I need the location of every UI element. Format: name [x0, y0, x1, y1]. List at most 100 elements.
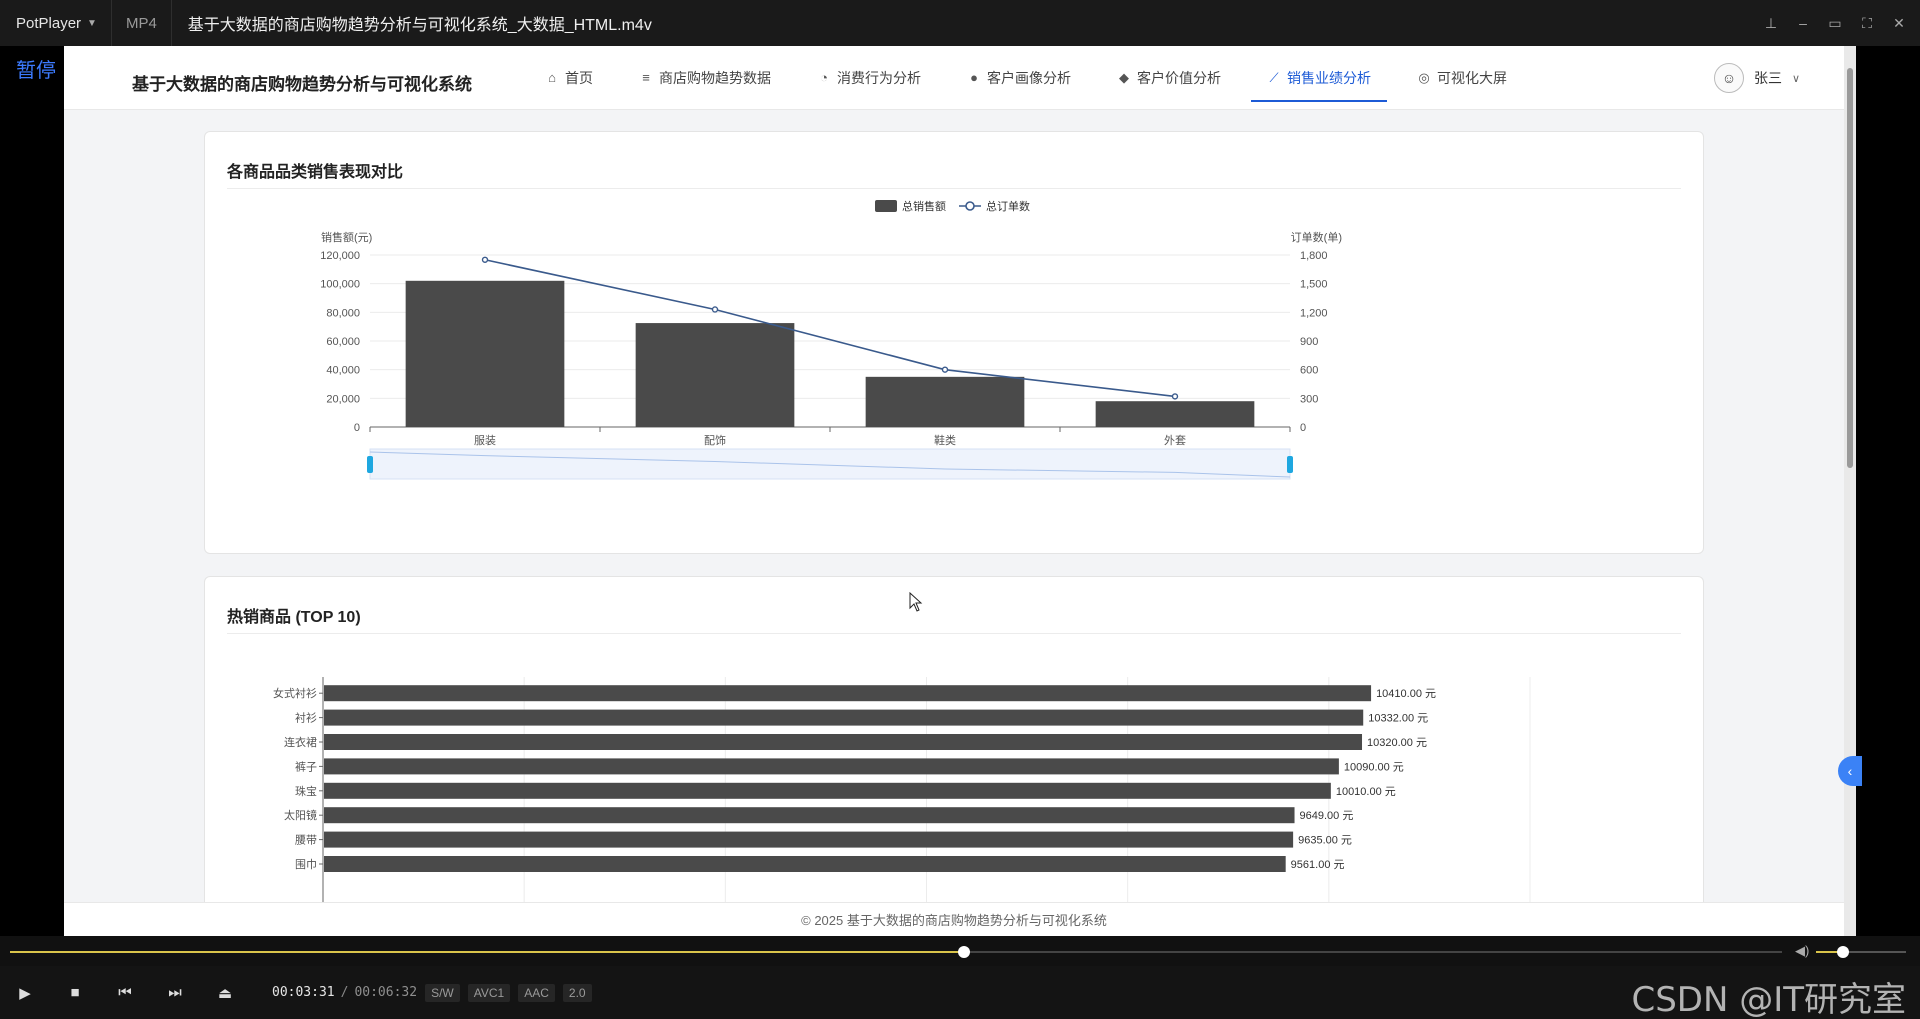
- y-tick-label: 60,000: [326, 336, 360, 348]
- current-time: 00:03:31: [272, 985, 335, 1000]
- product-label: 珠宝: [295, 784, 317, 798]
- y-tick-label: 120,000: [320, 250, 360, 262]
- y-tick-label: 40,000: [326, 365, 360, 377]
- watermark: CSDN @IT研究室: [1631, 980, 1906, 1019]
- volume-icon[interactable]: ◀): [1795, 943, 1809, 959]
- y-axis-title: 销售额(元): [321, 230, 372, 244]
- gem-icon: ◆: [1119, 70, 1129, 85]
- product-label: 连衣裙: [284, 735, 317, 749]
- fullscreen-icon[interactable]: ⛶: [1860, 15, 1874, 32]
- data-zoom-handle-left: [367, 456, 373, 473]
- avatar[interactable]: ☺: [1714, 63, 1744, 93]
- player-title-bar: PotPlayer ▼ MP4 基于大数据的商店购物趋势分析与可视化系统_大数据…: [0, 0, 1920, 46]
- eject-button[interactable]: ⏏: [200, 966, 250, 1019]
- product-bar-3: [324, 758, 1339, 775]
- next-button[interactable]: ⏭: [150, 966, 200, 1019]
- main-nav: ⌂ 首页 ≡ 商店购物趋势数据 ◔ 消费行为分析 ● 客户画像分析 ◆ 客户价值分析 ⟋ 销售业绩分析…: [529, 46, 1537, 110]
- seek-bar[interactable]: [10, 946, 1782, 958]
- product-label: 裤子: [295, 759, 317, 773]
- mouse-cursor-icon: [909, 592, 923, 612]
- file-format: MP4: [112, 0, 172, 46]
- top-products-chart: 女式衬衫 10410.00 元衬衫 10332.00 元连衣裙 10320.00 元裤…: [273, 677, 1531, 936]
- previous-button[interactable]: ⏮: [100, 966, 150, 1019]
- product-label: 太阳镜: [284, 808, 317, 822]
- bar-0: [405, 280, 565, 427]
- x-tick-label: 配饰: [704, 433, 726, 447]
- play-button[interactable]: ▶: [0, 966, 50, 1019]
- product-label: 衬衫: [295, 712, 317, 725]
- stop-button[interactable]: ■: [50, 966, 100, 1019]
- nav-item-1[interactable]: ≡ 商店购物趋势数据: [623, 46, 787, 110]
- legend-bar-swatch: [875, 200, 897, 212]
- product-label: 腰带: [295, 834, 317, 847]
- site-brand: 基于大数据的商店购物趋势分析与可视化系统: [132, 75, 472, 94]
- top-navbar: 基于大数据的商店购物趋势分析与可视化系统 ⌂ 首页 ≡ 商店购物趋势数据 ◔ 消费行为分析…: [64, 46, 1844, 110]
- database-icon: ≡: [642, 70, 650, 85]
- duration: 00:06:32: [354, 985, 418, 1000]
- nav-item-label: 客户价值分析: [1137, 70, 1221, 86]
- web-page: 基于大数据的商店购物趋势分析与可视化系统 ⌂ 首页 ≡ 商店购物趋势数据 ◔ 消费行为分析…: [64, 46, 1856, 936]
- collapse-panel-button[interactable]: ‹: [1838, 756, 1862, 786]
- data-zoom-slider: [369, 448, 1291, 480]
- nav-item-6[interactable]: ◎ 可视化大屏: [1401, 46, 1523, 110]
- product-value-label: 10332.00 元: [1368, 713, 1428, 725]
- product-bar-0: [324, 685, 1372, 702]
- scrollbar-thumb[interactable]: [1847, 68, 1853, 468]
- seek-bar-area: ◀): [0, 936, 1920, 966]
- nav-item-3[interactable]: ● 客户画像分析: [951, 46, 1087, 110]
- close-icon[interactable]: ✕: [1892, 15, 1906, 32]
- x-tick-label: 鞋类: [934, 433, 956, 447]
- volume-slider[interactable]: [1816, 946, 1906, 958]
- y2-tick-label: 600: [1300, 365, 1318, 377]
- badge-audio-codec[interactable]: AAC: [518, 983, 555, 1002]
- product-value-label: 9635.00 元: [1298, 835, 1352, 847]
- play-icon: ▶: [19, 984, 31, 1002]
- seek-handle[interactable]: [957, 946, 970, 958]
- product-bar-7: [324, 856, 1286, 872]
- page-scrollbar[interactable]: [1844, 46, 1856, 936]
- user-name: 张三: [1754, 70, 1782, 86]
- maximize-icon[interactable]: ▭: [1828, 15, 1842, 32]
- nav-item-label: 客户画像分析: [987, 70, 1071, 86]
- page-footer: © 2025 基于大数据的商店购物趋势分析与可视化系统: [64, 902, 1844, 936]
- product-value-label: 9561.00 元: [1291, 859, 1345, 871]
- x-tick-label: 服装: [474, 434, 496, 447]
- player-menu-button[interactable]: PotPlayer ▼: [0, 0, 112, 46]
- pause-status: 暂停: [16, 58, 56, 82]
- product-value-label: 9649.00 元: [1300, 810, 1354, 822]
- nav-item-2[interactable]: ◔ 消费行为分析: [801, 46, 937, 110]
- y2-tick-label: 900: [1300, 336, 1318, 348]
- badge-video-codec[interactable]: AVC1: [467, 983, 511, 1002]
- nav-item-4[interactable]: ◆ 客户价值分析: [1101, 46, 1237, 110]
- nav-item-0[interactable]: ⌂ 首页: [529, 46, 609, 110]
- category-sales-chart: 0 20,000 40,000 60,000 80,000 100,000 120,000 0…: [320, 199, 1342, 480]
- pin-icon[interactable]: ⊥: [1764, 15, 1778, 32]
- y-tick-label: 80,000: [326, 307, 360, 319]
- nav-item-5[interactable]: ⟋ 销售业绩分析: [1251, 46, 1387, 110]
- nav-item-label: 消费行为分析: [837, 70, 921, 86]
- y-tick-label: 0: [354, 422, 360, 434]
- minimize-icon[interactable]: –: [1796, 15, 1810, 31]
- product-bar-5: [324, 807, 1295, 824]
- user-menu[interactable]: ☺ 张三 ∨: [1714, 46, 1800, 110]
- home-icon: ⌂: [548, 70, 556, 85]
- seek-progress: [10, 951, 964, 953]
- window-controls: ⊥ – ▭ ⛶ ✕: [1764, 0, 1906, 46]
- potplayer-window: PotPlayer ▼ MP4 基于大数据的商店购物趋势分析与可视化系统_大数据…: [0, 0, 1920, 1019]
- product-bar-2: [324, 734, 1363, 750]
- eject-icon: ⏏: [217, 984, 233, 1002]
- line-point-3: [1171, 393, 1179, 400]
- product-value-label: 10410.00 元: [1376, 688, 1436, 700]
- y-tick-label: 20,000: [326, 393, 360, 405]
- previous-icon: ⏮: [118, 984, 132, 1001]
- bar-2: [865, 376, 1025, 427]
- badge-decoder[interactable]: S/W: [425, 983, 460, 1002]
- badge-channels[interactable]: 2.0: [562, 983, 592, 1002]
- volume-handle[interactable]: [1837, 946, 1849, 958]
- y2-tick-label: 1,800: [1300, 250, 1328, 262]
- data-zoom-handle-right: [1287, 456, 1293, 473]
- product-value-label: 10320.00 元: [1367, 737, 1427, 749]
- chevron-left-icon: ‹: [1847, 763, 1853, 779]
- user-icon: ●: [970, 70, 978, 85]
- product-label: 围巾: [295, 857, 317, 871]
